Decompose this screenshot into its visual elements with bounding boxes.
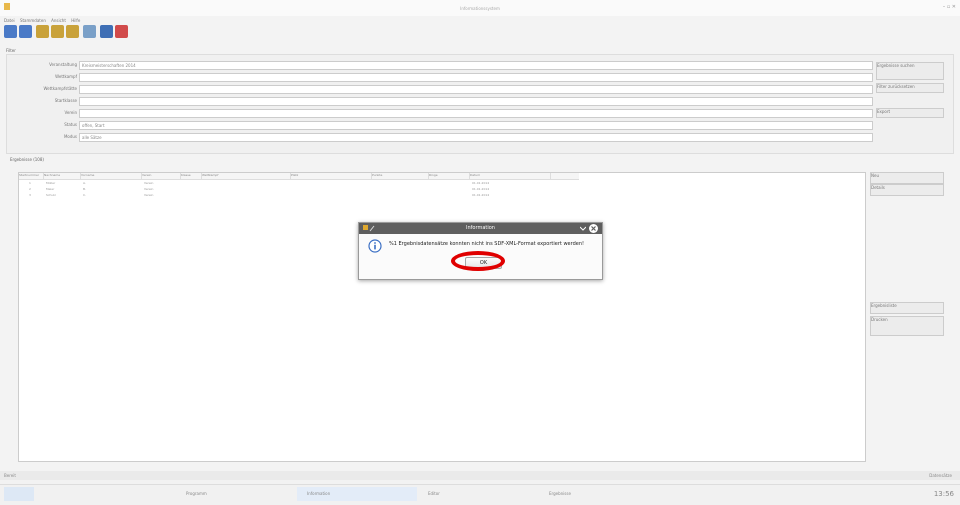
table-cell: Verein [144,187,154,191]
table-cell: 2 [29,187,31,191]
taskbar-item[interactable]: Programm [176,487,296,501]
column-header[interactable]: Verein [142,173,181,179]
menu-item-masterdata[interactable]: Stammdaten [20,18,46,23]
start-button[interactable] [4,487,34,501]
table-cell: Schulz [46,193,56,197]
clock: 13:56 [933,490,954,498]
status-count: Datensätze [929,473,952,478]
status-field[interactable]: offen, Start [79,121,873,130]
venue-field[interactable] [79,85,873,94]
chevron-down-icon[interactable] [580,226,586,231]
delete-icon[interactable] [115,25,128,38]
trophy-icon[interactable] [66,25,79,38]
print-button[interactable]: Drucken [870,316,944,336]
table-cell: C. [83,193,87,197]
close-icon[interactable] [589,224,598,233]
trophy-icon[interactable] [51,25,64,38]
filter-label: Wettkampf [55,74,77,79]
column-header[interactable]: Vorname [81,173,142,179]
table-cell: 01.01.2014 [472,187,490,191]
table-cell: 01.01.2014 [472,181,490,185]
search-button[interactable]: Ergebnisse suchen [876,62,944,80]
info-icon [368,239,382,253]
filter-label: Wettkampfstätte [43,86,77,91]
dialog-message: %1 Ergebnisdatensätze konnten nicht ins … [389,241,585,247]
table-header: Startnummer Nachname Vorname Verein Klas… [19,173,579,180]
menu-bar: Datei Stammdaten Ansicht Hilfe [4,18,84,23]
arrow-left-icon[interactable] [4,25,17,38]
event-field[interactable]: Kreismeisterschaften 2014 [79,61,873,70]
taskbar-item-active[interactable]: Information [297,487,417,501]
table-cell: Verein [144,181,154,185]
highlight-ring [451,251,505,271]
status-bar: Bereit Datensätze [0,471,960,480]
table-cell: A. [83,181,86,185]
filter-label: Veranstaltung [49,62,77,67]
taskbar-item[interactable]: Ergebnisse [539,487,669,501]
trophy-icon[interactable] [36,25,49,38]
menu-item-help[interactable]: Hilfe [71,18,80,23]
club-field[interactable] [79,109,873,118]
filter-row-competition: Wettkampf [17,73,877,82]
toolbar [4,25,164,40]
filter-label: Modus [63,134,77,139]
taskbar-item[interactable]: Editor [418,487,538,501]
table-cell: Verein [144,193,154,197]
taskbar: Programm Information Editor Ergebnisse 1… [0,484,960,505]
filter-row-class: Startklasse [17,97,877,106]
window-title: Informationssystem [460,6,500,11]
save-icon[interactable] [100,25,113,38]
title-bar: Informationssystem – ▫ ✕ [0,0,960,16]
filter-label: Startklasse [54,98,77,103]
filter-panel: Veranstaltung Kreismeisterschaften 2014 … [6,54,954,154]
table-row[interactable]: 3 Schulz C. Verein 01.01.2014 [19,193,579,198]
filter-row-mode: Modus alle Sätze [17,133,877,142]
table-row[interactable]: 2 Meier B. Verein 01.01.2014 [19,187,579,192]
table-row[interactable]: 1 Müller A. Verein 01.01.2014 [19,181,579,186]
column-header[interactable]: Startnummer [19,173,44,179]
new-button[interactable]: Neu [870,172,944,184]
table-cell: 01.01.2014 [472,193,490,197]
table-cell: Meier [46,187,55,191]
column-header[interactable]: Datum [470,173,551,179]
mode-field[interactable]: alle Sätze [79,133,873,142]
filter-label: Verein [64,110,77,115]
competition-field[interactable] [79,73,873,82]
menu-item-view[interactable]: Ansicht [51,18,66,23]
filter-row-venue: Wettkampfstätte [17,85,877,94]
filter-row-event: Veranstaltung Kreismeisterschaften 2014 [17,61,877,70]
export-button[interactable]: Export [876,108,944,118]
table-cell: Müller [46,181,56,185]
reset-filter-button[interactable]: Filter zurücksetzen [876,83,944,93]
arrow-right-icon[interactable] [19,25,32,38]
dialog-title: Information [466,225,495,231]
column-header[interactable]: Ringe [429,173,470,179]
filter-row-club: Verein [17,109,877,118]
window-controls[interactable]: – ▫ ✕ [943,4,956,10]
dialog-title-bar: Information [359,223,602,234]
filter-row-status: Status offen, Start [17,121,877,130]
column-header[interactable]: Nachname [44,173,81,179]
edit-icon[interactable] [83,25,96,38]
filter-section-label: Filter [6,48,16,53]
results-table: Startnummer Nachname Vorname Verein Klas… [18,172,866,462]
table-cell: 1 [29,181,31,185]
result-list-button[interactable]: Ergebnisliste [870,302,944,314]
menu-item-file[interactable]: Datei [4,18,15,23]
filter-label: Status [64,122,77,127]
details-button[interactable]: Details [870,184,944,196]
status-text: Bereit [4,473,16,478]
class-field[interactable] [79,97,873,106]
column-header[interactable]: Wettkampf [202,173,291,179]
column-header[interactable]: Platz [291,173,372,179]
column-header[interactable]: Punkte [372,173,429,179]
table-cell: B. [83,187,87,191]
results-section-label: Ergebnisse (108) [10,157,44,162]
table-cell: 3 [29,193,31,197]
column-header[interactable]: Klasse [181,173,202,179]
